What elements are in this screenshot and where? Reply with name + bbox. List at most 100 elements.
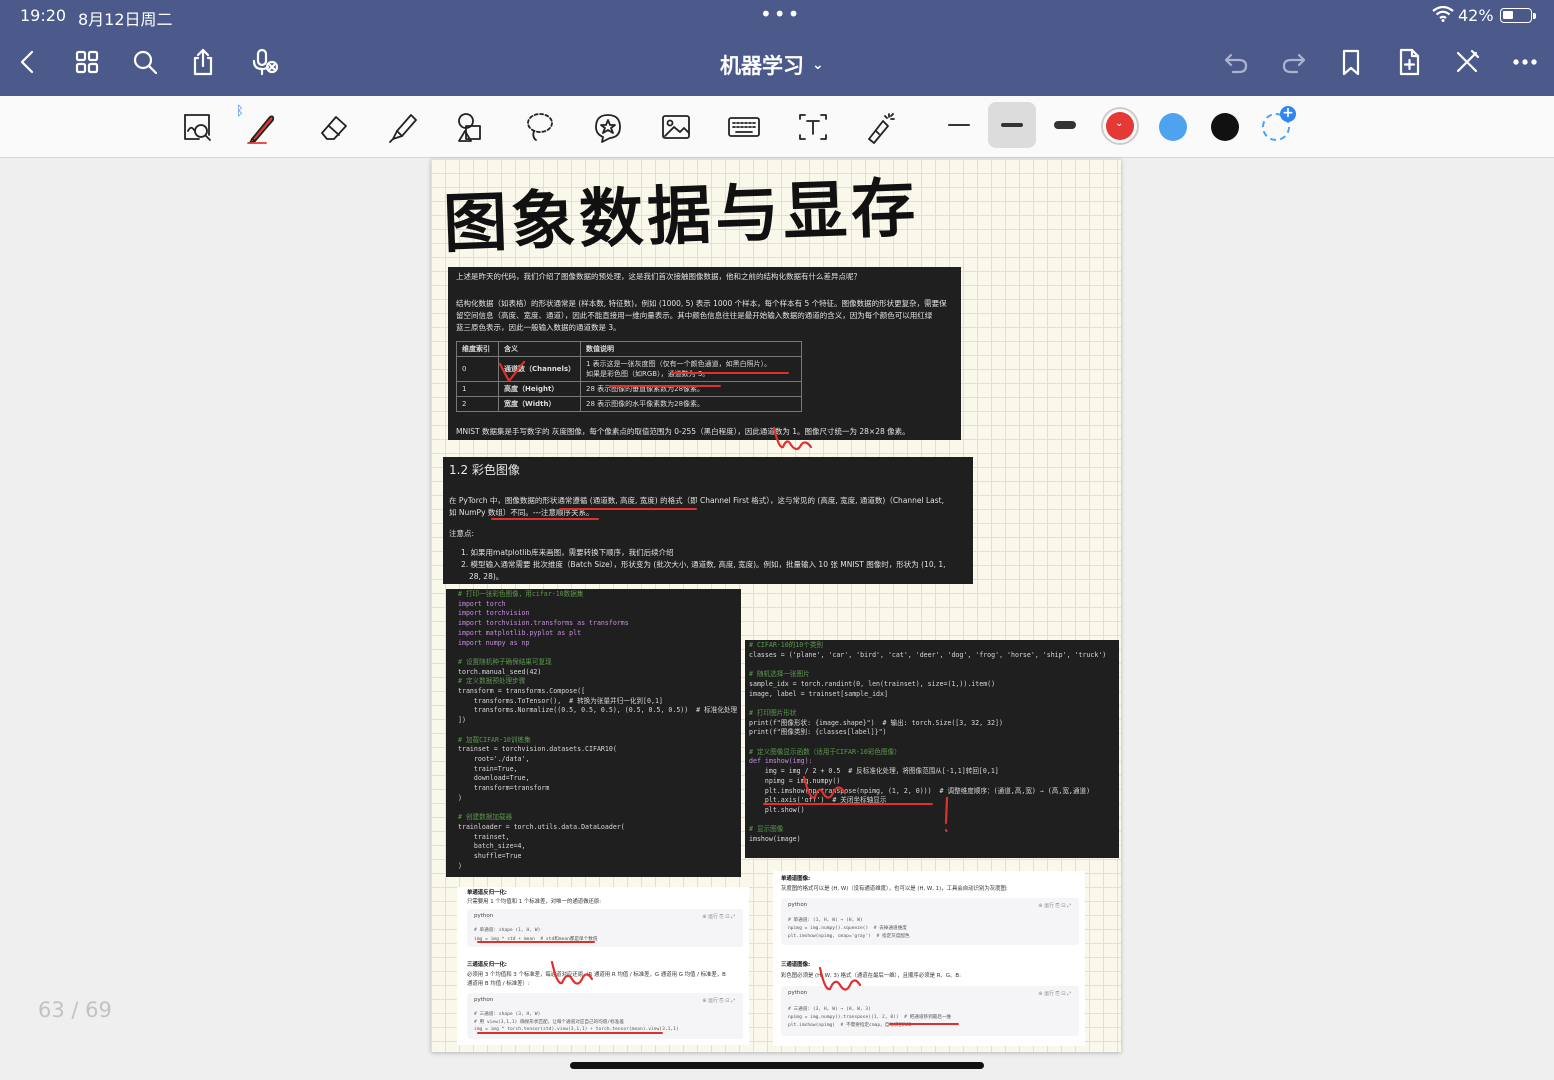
add-page-icon	[1399, 48, 1420, 76]
code-line: transforms.Normalize((0.5, 0.5, 0.5), (0…	[458, 706, 738, 715]
red-scribble	[818, 966, 862, 991]
code-line: # 用 view(3,1,1) 确保形状匹配，让每个通道对应自己的均值/标准差	[474, 1020, 624, 1025]
text-tool[interactable]	[790, 104, 836, 150]
code-line: npimg = img.numpy().transpose((1, 2, 0))…	[788, 1015, 952, 1020]
table-cell-line: 如果是彩色图（如RGB），通道数为 3。	[586, 370, 710, 378]
red-checkmark	[498, 360, 526, 383]
eraser-icon	[321, 116, 347, 140]
more-options-button[interactable]	[1507, 44, 1543, 80]
br-s2-title: 三通道图像:	[781, 962, 811, 968]
code-actions[interactable]: ⊕ 运行 ⎘ ⊡ ⤢	[1038, 902, 1071, 909]
laser-pointer-icon	[868, 113, 895, 144]
card1-question: 上述是昨天的代码，我们介绍了图像数据的预处理，这是我们首次接触图像数据，他和之前…	[456, 272, 861, 281]
code-line: sample_idx = torch.randint(0, len(trains…	[749, 679, 996, 688]
code-actions[interactable]: ⊕ 运行 ⎘ ⊡ ⤢	[1038, 990, 1071, 997]
chevron-left-icon	[20, 50, 34, 74]
notebook-title-dropdown[interactable]: 机器学习 ⌄	[720, 50, 824, 80]
note-app: { "status": {"time": "19:20", "date": "8…	[0, 0, 1554, 1080]
more-icon	[1513, 59, 1537, 65]
color-swatch-black[interactable]	[1211, 113, 1239, 141]
zoom-window-tool[interactable]	[174, 104, 220, 150]
code-actions[interactable]: ⊕ 运行 ⎘ ⊡ ⤢	[702, 913, 735, 920]
bl-s2-title: 三通道反归一化:	[467, 962, 507, 968]
code-line: npimg = img.numpy().squeeze() # 去掉通道维度	[788, 926, 907, 931]
pen-settings-button[interactable]	[1449, 44, 1485, 80]
home-indicator[interactable]	[570, 1062, 984, 1069]
pen-tool[interactable]	[239, 104, 285, 150]
sticker-tool[interactable]	[585, 104, 631, 150]
structured-vs-image-card: 上述是昨天的代码，我们介绍了图像数据的预处理，这是我们首次接触图像数据，他和之前…	[448, 267, 961, 440]
chevron-down-icon: ⌄	[1115, 118, 1124, 129]
card2-para-1: 在 PyTorch 中，图像数据的形状通常遵循 (通道数, 高度, 宽度) 的格…	[449, 496, 945, 505]
red-underline	[477, 1032, 663, 1034]
table-cell: 28 表示图像的水平像素数为28像素。	[580, 396, 802, 412]
code-actions[interactable]: ⊕ 运行 ⎘ ⊡ ⤢	[702, 997, 735, 1004]
stroke-thin-option[interactable]	[935, 102, 983, 148]
red-underline	[671, 372, 789, 374]
red-underline	[491, 518, 599, 520]
lasso-tool[interactable]	[517, 104, 563, 150]
stroke-medium-icon	[1001, 123, 1023, 127]
color-swatch-red[interactable]: ⌄	[1106, 112, 1134, 140]
red-underline	[609, 385, 721, 387]
br-s2-desc: 彩色图必须是 (H, W, 3) 格式（通道在最后一维），且顺序必须是 R、G、…	[781, 973, 961, 979]
code-line: # 打印图片形状	[749, 708, 797, 717]
table-cell: 1 表示这是一张灰度图（仅有一个颜色通道，如黑白照片）。 如果是彩色图（如RGB）…	[580, 356, 802, 382]
display-channels-card: 单通道图像: 灰度图的格式可以是 (H, W)（没有通道维度），也可以是 (H,…	[773, 871, 1085, 1046]
image-tool[interactable]	[653, 104, 699, 150]
highlighter-tool[interactable]	[380, 104, 426, 150]
code-lang-label: python	[474, 997, 494, 1003]
search-icon	[133, 50, 158, 75]
color-image-card: 1.2 彩色图像 在 PyTorch 中，图像数据的形状通常遵循 (通道数, 高…	[443, 457, 973, 584]
share-button[interactable]	[185, 44, 221, 80]
stroke-medium-option[interactable]	[988, 102, 1036, 148]
laser-pointer-tool[interactable]	[858, 104, 904, 150]
shapes-tool[interactable]	[448, 104, 494, 150]
add-page-button[interactable]	[1391, 44, 1427, 80]
mic-off-button[interactable]	[246, 44, 282, 80]
note-page[interactable]: 图象数据与显存 上述是昨天的代码，我们介绍了图像数据的预处理，这是我们首次接触图…	[431, 159, 1121, 1052]
eraser-tool[interactable]	[311, 104, 357, 150]
text-box-icon	[799, 114, 827, 140]
code-snippet: python ⊕ 运行 ⎘ ⊡ ⤢ # 单通道: (1, H, W) → (H,…	[781, 898, 1079, 945]
bookmark-icon	[1342, 49, 1360, 76]
table-cell-line: 1 表示这是一张灰度图（仅有一个颜色通道，如黑白照片）。	[586, 360, 772, 368]
grid-view-button[interactable]	[69, 44, 105, 80]
image-icon	[662, 115, 690, 139]
stroke-thick-icon	[1054, 121, 1076, 129]
card2-list-item: 2. 模型输入通常需要 批次维度（Batch Size），形状变为 (批次大小,…	[461, 560, 946, 569]
keyboard-tool[interactable]	[721, 104, 767, 150]
top-nav-bar: 19:20 8月12日周二 ••• 42% 机器学习 ⌄	[0, 0, 1554, 96]
code-line: classes = ('plane', 'car', 'bird', 'cat'…	[749, 650, 1107, 659]
multitask-dots-icon[interactable]: •••	[760, 2, 801, 26]
table-header-row: 维度索引 含义 数值说明	[456, 341, 802, 357]
code-line: print(f"图像类别: {classes[label]}")	[749, 728, 887, 737]
code-line: trainset,	[458, 832, 510, 841]
handwritten-title: 图象数据与显存	[442, 170, 921, 263]
add-color-button[interactable]: +	[1262, 106, 1296, 141]
card2-list-item: 1. 如果用matplotlib库来画图，需要转换下顺序，我们后续介绍	[461, 548, 674, 557]
code-line: imshow(image)	[749, 835, 801, 844]
red-underline	[889, 1023, 959, 1025]
code-lang-label: python	[788, 902, 808, 908]
keyboard-icon	[728, 117, 760, 137]
undo-button[interactable]	[1218, 44, 1254, 80]
pen-icon	[247, 115, 275, 144]
chevron-down-icon: ⌄	[812, 57, 824, 73]
code-lang-label: python	[474, 913, 494, 919]
card1-footer: MNIST 数据集是手写数字的 灰度图像，每个像素点的取值范围为 0-255（黑…	[456, 427, 910, 436]
code-line: print(f"图像形状: {image.shape}") # 输出: torc…	[749, 718, 1003, 727]
code-line: import matplotlib.pyplot as plt	[458, 628, 582, 637]
code-line: image, label = trainset[sample_idx]	[749, 689, 888, 698]
bookmark-button[interactable]	[1333, 44, 1369, 80]
table-cell: 宽度（Width）	[498, 396, 581, 412]
stroke-thick-option[interactable]	[1041, 102, 1089, 148]
color-swatch-blue[interactable]	[1159, 113, 1187, 141]
back-button[interactable]	[10, 44, 46, 80]
code-line: trainloader = torch.utils.data.DataLoade…	[458, 822, 625, 831]
search-button[interactable]	[127, 44, 163, 80]
grid-icon	[75, 50, 99, 74]
redo-button[interactable]	[1276, 44, 1312, 80]
